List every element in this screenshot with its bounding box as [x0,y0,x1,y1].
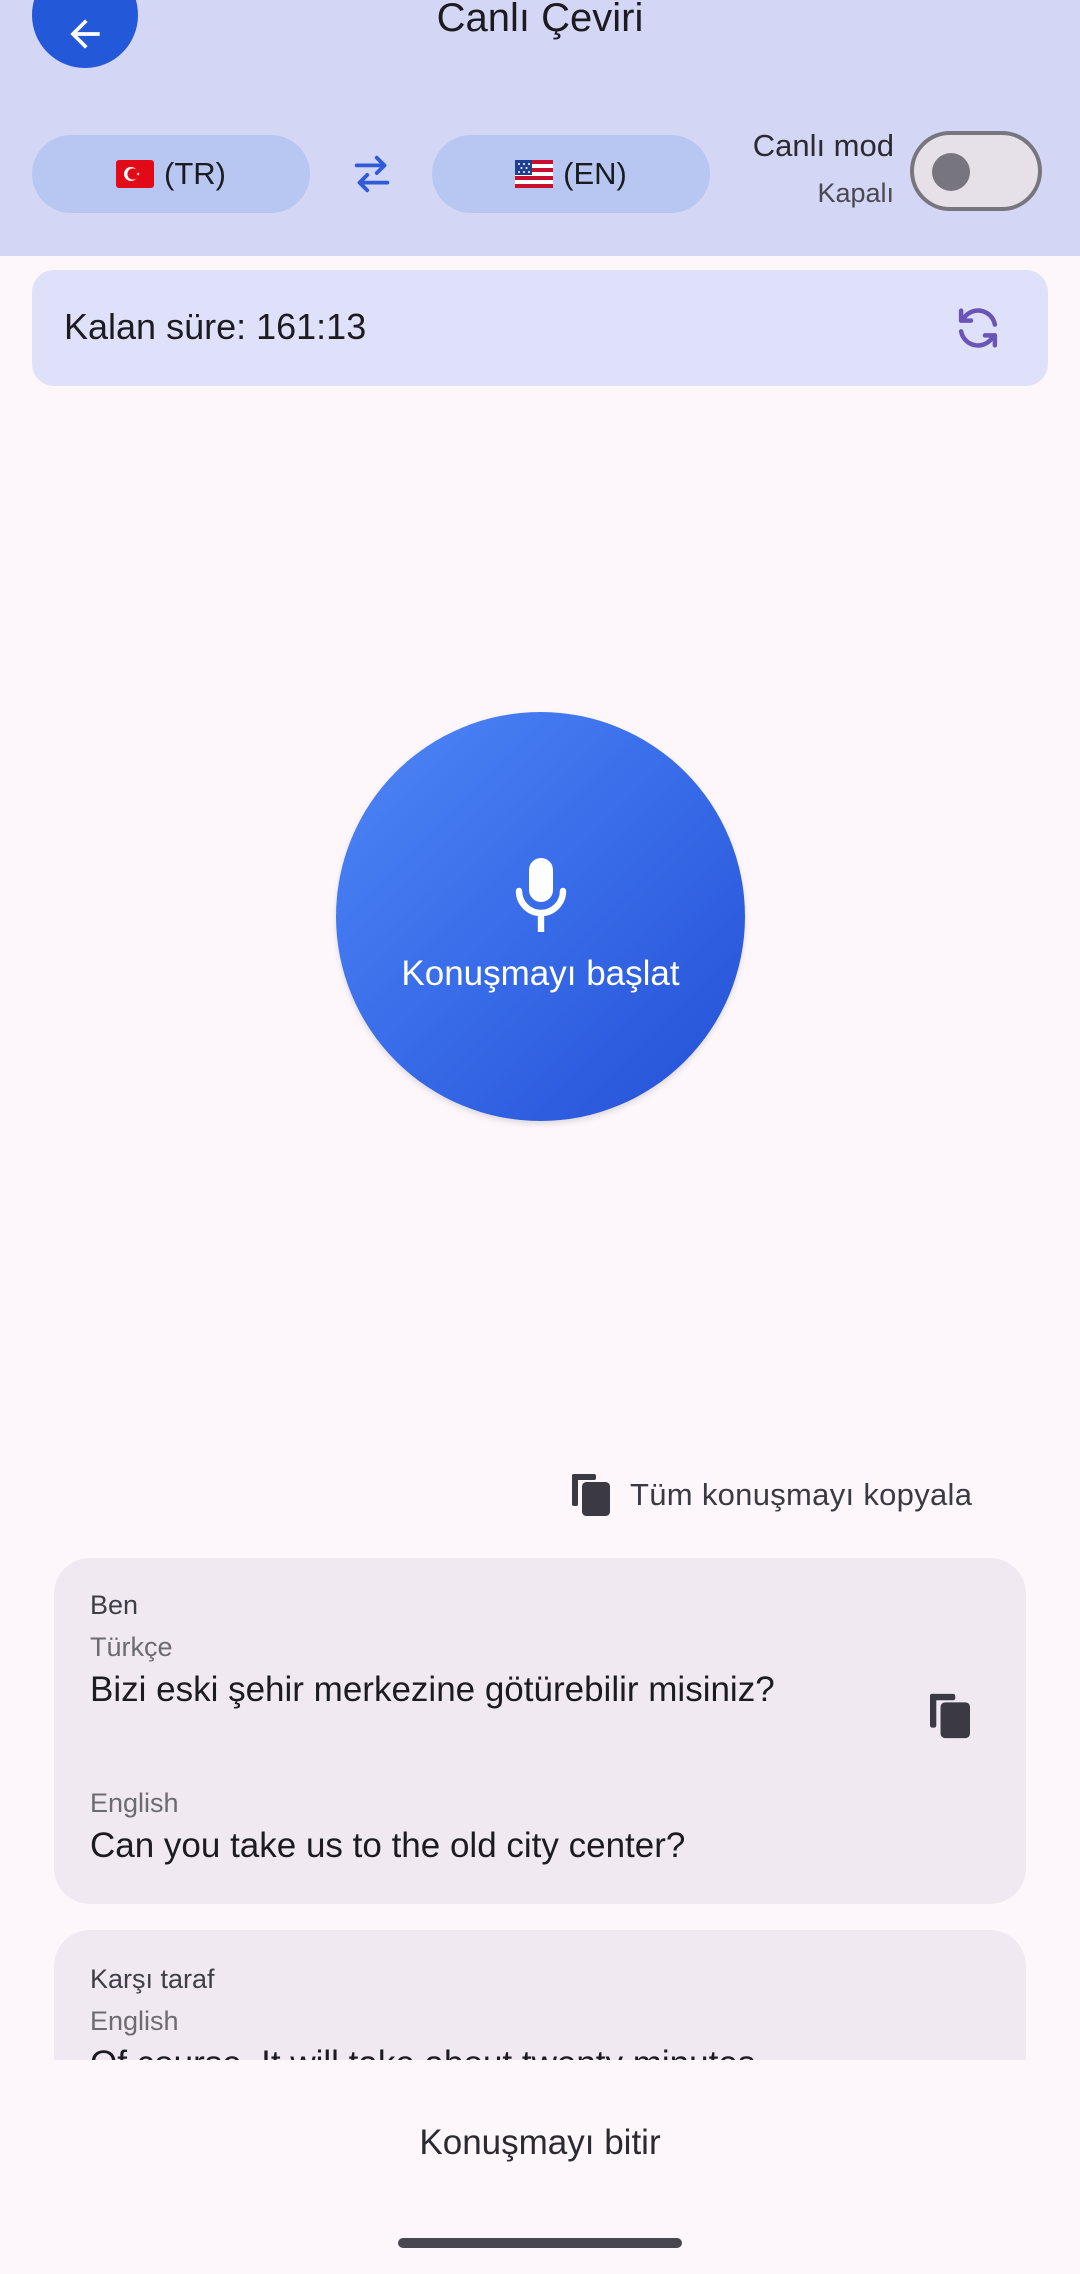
copy-all-button[interactable]: Tüm konuşmayı kopyala [572,1470,972,1520]
end-conversation-button[interactable]: Konuşmayı bitir [300,2108,780,2178]
swap-languages-button[interactable] [342,140,402,208]
turkey-flag-icon [116,160,154,188]
start-conversation-label: Konuşmayı başlat [401,953,680,993]
refresh-button[interactable] [948,298,1008,358]
microphone-icon [515,857,566,932]
message-source-language: English [90,2006,179,2036]
message-source-text: Bizi eski şehir merkezine götürebilir mi… [90,1670,775,1709]
toggle-knob [932,153,970,191]
swap-icon [354,155,390,193]
message-card-other: Karşı taraf English Of course. It will t… [54,1930,1026,2060]
bottom-bar: Konuşmayı bitir [0,2062,1080,2274]
refresh-icon [958,308,998,348]
message-target-language: English [90,1788,179,1818]
message-speaker: Karşı taraf [90,1964,215,1994]
live-mode-status: Kapalı [817,178,894,208]
copy-message-button[interactable] [920,1686,980,1746]
copy-icon [930,1693,970,1739]
start-conversation-button[interactable]: Konuşmayı başlat [336,712,745,1121]
source-language-button[interactable]: (TR) [32,135,310,213]
live-mode-toggle[interactable] [910,131,1042,211]
target-language-code: (EN) [563,156,627,191]
page-title: Canlı Çeviri [436,0,644,40]
live-mode-label: Canlı mod [752,128,894,163]
message-source-language: Türkçe [90,1632,173,1662]
home-indicator[interactable] [398,2238,682,2248]
copy-icon [572,1474,610,1516]
app-header: Canlı Çeviri (TR) (EN) Canlı mod Kapalı [0,0,1080,256]
copy-all-label: Tüm konuşmayı kopyala [630,1477,973,1512]
target-language-button[interactable]: (EN) [432,135,710,213]
usa-flag-icon [515,160,554,188]
source-language-code: (TR) [164,156,226,191]
message-source-text: Of course. It will take about twenty min… [90,2044,765,2060]
remaining-time-text: Kalan süre: 161:13 [64,306,367,347]
message-speaker: Ben [90,1590,139,1620]
remaining-time-bar: Kalan süre: 161:13 [32,270,1048,386]
message-card-me: Ben Türkçe Bizi eski şehir merkezine göt… [54,1558,1026,1904]
message-target-text: Can you take us to the old city center? [90,1826,686,1865]
